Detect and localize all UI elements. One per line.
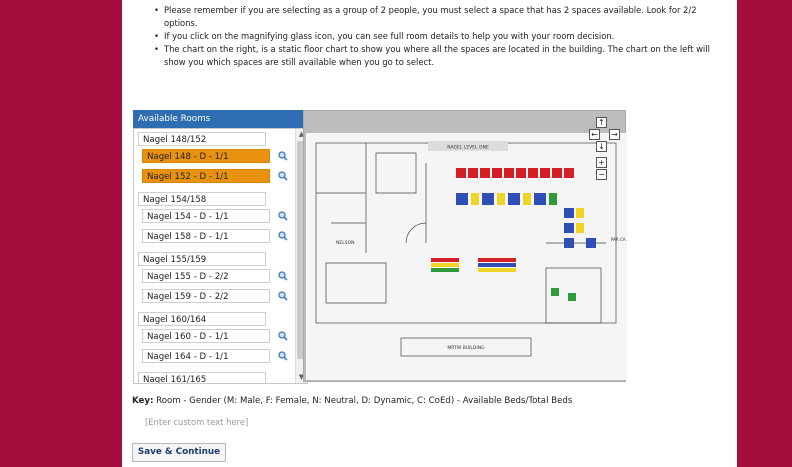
group-nagel-155-159[interactable]: Nagel 155/159 — [138, 252, 266, 266]
pan-down-button[interactable]: ↓ — [596, 141, 607, 152]
room-nagel-164[interactable]: Nagel 164 - D - 1/1 — [142, 349, 270, 363]
instruction-3: The chart on the right, is a static floo… — [152, 43, 727, 69]
pan-left-button[interactable]: ← — [589, 129, 600, 140]
nelson-label: NELSON — [336, 240, 354, 246]
group-nagel-161-165[interactable]: Nagel 161/165 — [138, 372, 266, 383]
group-nagel-160-164[interactable]: Nagel 160/164 — [138, 312, 266, 326]
building-label: MRTW BUILDING — [447, 345, 485, 351]
instructions-list: Please remember if you are selecting as … — [152, 4, 727, 69]
magnifying-glass-icon[interactable] — [278, 331, 288, 341]
instruction-1: Please remember if you are selecting as … — [152, 4, 727, 30]
available-rooms-list: Nagel 148/152 Nagel 148 - D - 1/1 Nagel … — [133, 128, 308, 384]
room-nagel-158[interactable]: Nagel 158 - D - 1/1 — [142, 229, 270, 243]
floor-plan-drawing: NAGEL LEVEL ONE MRTW BUILDING NELSON PAR… — [315, 141, 626, 357]
right-wing-label: PAR CA — [611, 237, 626, 242]
floor-chart: NAGEL LEVEL ONE MRTW BUILDING NELSON PAR… — [303, 110, 627, 382]
magnifying-glass-icon[interactable] — [278, 271, 288, 281]
room-nagel-155[interactable]: Nagel 155 - D - 2/2 — [142, 269, 270, 283]
available-rooms-header: Available Rooms — [133, 110, 308, 128]
room-nagel-159[interactable]: Nagel 159 - D - 2/2 — [142, 289, 270, 303]
magnifying-glass-icon[interactable] — [278, 211, 288, 221]
magnifying-glass-icon[interactable] — [278, 231, 288, 241]
zoom-in-button[interactable]: + — [596, 157, 607, 168]
custom-text[interactable]: [Enter custom text here] — [145, 417, 248, 427]
content-panel: Please remember if you are selecting as … — [122, 0, 737, 467]
zoom-out-button[interactable]: − — [596, 169, 607, 180]
floor-plan-image: NAGEL LEVEL ONE MRTW BUILDING NELSON PAR… — [306, 133, 627, 380]
instruction-2: If you click on the magnifying glass ico… — [152, 30, 727, 43]
room-nagel-160[interactable]: Nagel 160 - D - 1/1 — [142, 329, 270, 343]
pan-right-button[interactable]: → — [609, 129, 620, 140]
key-label: Key: — [132, 396, 154, 406]
key-text: Room - Gender (M: Male, F: Female, N: Ne… — [156, 396, 573, 406]
room-nagel-148[interactable]: Nagel 148 - D - 1/1 — [142, 149, 270, 163]
group-nagel-148-152[interactable]: Nagel 148/152 — [138, 132, 266, 146]
magnifying-glass-icon[interactable] — [278, 171, 288, 181]
pan-up-button[interactable]: ↑ — [596, 117, 607, 128]
magnifying-glass-icon[interactable] — [278, 151, 288, 161]
legend-key: Key: Room - Gender (M: Male, F: Female, … — [132, 396, 572, 406]
group-nagel-154-158[interactable]: Nagel 154/158 — [138, 192, 266, 206]
room-nagel-154[interactable]: Nagel 154 - D - 1/1 — [142, 209, 270, 223]
save-continue-button[interactable]: Save & Continue — [132, 443, 226, 462]
magnifying-glass-icon[interactable] — [278, 351, 288, 361]
magnifying-glass-icon[interactable] — [278, 291, 288, 301]
room-nagel-152[interactable]: Nagel 152 - D - 1/1 — [142, 169, 270, 183]
floor-title: NAGEL LEVEL ONE — [447, 145, 489, 151]
